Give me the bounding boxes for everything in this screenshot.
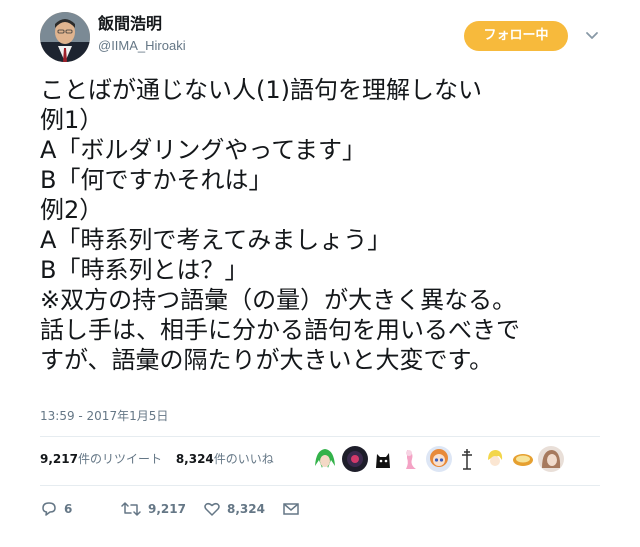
author-photo xyxy=(40,12,90,62)
tweet-line: すが、語彙の隔たりが大きいと大変です。 xyxy=(40,346,494,374)
tweet-text: ことばが通じない人(1)語句を理解しない 例1） A「ボルダリングやってます」 … xyxy=(40,75,600,375)
divider xyxy=(40,485,600,486)
direct-message-button[interactable] xyxy=(282,498,300,518)
retweet-stat-count: 9,217 xyxy=(40,452,78,466)
black-cat-avatar[interactable] xyxy=(370,446,396,472)
follow-button[interactable]: フォロー中 xyxy=(464,21,568,51)
reply-icon xyxy=(42,501,56,516)
envelope-icon xyxy=(283,502,299,515)
like-stat[interactable]: 8,324件のいいね xyxy=(176,452,274,466)
like-count: 8,324 xyxy=(227,501,265,516)
author-avatar[interactable] xyxy=(40,12,90,62)
pudding-avatar[interactable] xyxy=(510,446,536,472)
tweet-line: A「時系列で考えてみましょう」 xyxy=(40,226,392,254)
anime-girl-avatar[interactable] xyxy=(426,446,452,472)
author-name[interactable]: 飯間浩明 xyxy=(98,14,162,34)
chevron-down-icon[interactable] xyxy=(584,27,600,43)
tweet-stats: 9,217件のリツイート 8,324件のいいね xyxy=(40,451,284,467)
tweet-line: 例1） xyxy=(40,106,104,134)
retweet-count: 9,217 xyxy=(148,501,186,516)
tweet-line: 話し手は、相手に分かる語句を用いるべきで xyxy=(40,316,520,344)
dark-disc-avatar[interactable] xyxy=(342,446,368,472)
liker-avatars xyxy=(312,446,572,474)
tweet-actions: 6 9,217 8,324 xyxy=(40,498,340,518)
tweet-line: A「ボルダリングやってます」 xyxy=(40,136,367,164)
like-button[interactable]: 8,324 xyxy=(203,498,265,518)
author-handle[interactable]: @IIMA_Hiroaki xyxy=(98,38,186,54)
retweet-stat[interactable]: 9,217件のリツイート xyxy=(40,452,162,466)
antenna-figure-avatar[interactable] xyxy=(454,446,480,472)
pink-mermaid-avatar[interactable] xyxy=(398,446,424,472)
retweet-button[interactable]: 9,217 xyxy=(120,498,186,518)
like-stat-label: 件のいいね xyxy=(213,452,274,466)
brown-hair-avatar[interactable] xyxy=(538,446,564,472)
divider xyxy=(40,436,600,437)
tweet-line: 例2） xyxy=(40,196,104,224)
green-hair-avatar[interactable] xyxy=(312,446,338,472)
heart-icon xyxy=(204,502,220,516)
retweet-stat-label: 件のリツイート xyxy=(77,452,162,466)
tweet-line: ことばが通じない人(1)語句を理解しない xyxy=(40,76,482,104)
like-stat-count: 8,324 xyxy=(175,452,214,466)
tweet-line: B「何ですかそれは」 xyxy=(40,166,273,194)
tweet-timestamp[interactable]: 13:59 - 2017年1月5日 xyxy=(40,408,168,424)
reply-button[interactable]: 6 xyxy=(40,498,72,518)
tweet-line: B「時系列とは？」 xyxy=(40,256,249,284)
reply-count: 6 xyxy=(64,501,73,516)
retweet-icon xyxy=(121,501,141,516)
blonde-chibi-avatar[interactable] xyxy=(482,446,508,472)
tweet-line: ※双方の持つ語彙（の量）が大きく異なる。 xyxy=(40,286,517,314)
